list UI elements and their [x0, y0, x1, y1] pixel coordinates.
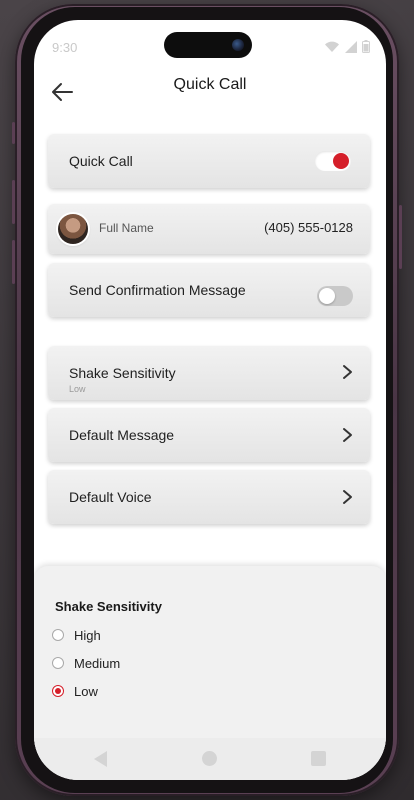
contact-card[interactable]: Full Name (405) 555-0128	[48, 204, 370, 254]
quick-call-label: Quick Call	[69, 153, 133, 169]
status-bar: 9:30	[34, 20, 386, 60]
toggle-knob	[333, 153, 349, 169]
front-camera	[232, 39, 244, 51]
shake-sensitivity-label: Shake Sensitivity	[69, 365, 176, 381]
nav-back-icon[interactable]	[94, 751, 107, 767]
default-voice-label: Default Voice	[69, 489, 152, 505]
quick-call-card: Quick Call	[48, 134, 370, 188]
radio-label: Medium	[74, 655, 121, 671]
radio-option-high[interactable]: High	[52, 625, 101, 645]
default-message-item[interactable]: Default Message	[48, 408, 370, 462]
status-time: 9:30	[52, 40, 78, 55]
radio-label: High	[74, 627, 101, 643]
radio-button[interactable]	[52, 657, 64, 669]
phone-screen: 9:30 Quick Call Quick Call Full Name (40…	[34, 20, 386, 780]
sheet-title: Shake Sensitivity	[55, 599, 162, 614]
cellular-signal-icon	[345, 40, 357, 53]
nav-home-icon[interactable]	[202, 751, 217, 766]
nav-recents-icon[interactable]	[311, 751, 326, 766]
wifi-icon	[325, 41, 339, 52]
chevron-right-icon	[343, 365, 352, 379]
radio-option-low[interactable]: Low	[52, 681, 98, 701]
default-voice-item[interactable]: Default Voice	[48, 470, 370, 524]
camera-notch	[164, 32, 252, 58]
page-title: Quick Call	[173, 76, 247, 93]
radio-label: Low	[74, 683, 98, 699]
battery-icon	[362, 40, 370, 53]
chevron-right-icon	[343, 490, 352, 504]
shake-sensitivity-value: Low	[69, 384, 86, 394]
avatar	[58, 214, 88, 244]
header: Quick Call	[34, 70, 386, 110]
system-nav-bar	[34, 738, 386, 780]
confirmation-card: Send Confirmation Message	[48, 263, 370, 317]
contact-phone: (405) 555-0128	[264, 220, 353, 235]
default-message-label: Default Message	[69, 427, 175, 443]
quick-call-toggle[interactable]	[315, 151, 351, 171]
phone-side-button	[12, 240, 15, 284]
radio-button[interactable]	[52, 685, 64, 697]
radio-button[interactable]	[52, 629, 64, 641]
phone-side-button	[399, 205, 402, 269]
confirmation-label: Send Confirmation Message	[69, 282, 246, 298]
shake-sensitivity-item[interactable]: Shake Sensitivity Low	[48, 346, 370, 400]
confirmation-toggle[interactable]	[317, 286, 353, 306]
status-icons	[324, 40, 370, 53]
toggle-knob	[319, 288, 335, 304]
contact-name: Full Name	[99, 221, 154, 235]
radio-option-medium[interactable]: Medium	[52, 653, 120, 673]
phone-side-button	[12, 180, 15, 224]
phone-side-button	[12, 122, 15, 144]
chevron-right-icon	[343, 428, 352, 442]
